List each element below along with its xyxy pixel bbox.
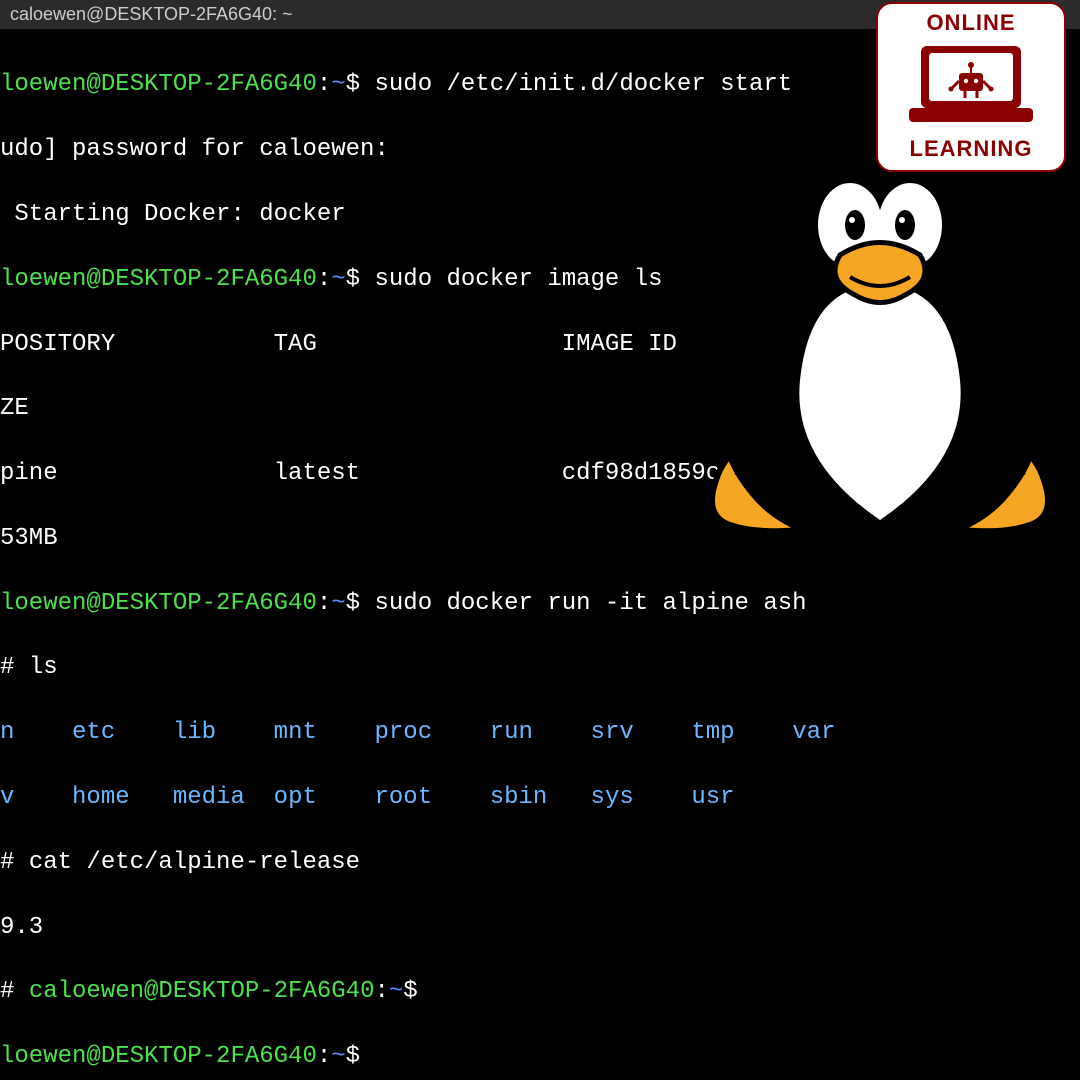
badge-bottom-label: LEARNING: [910, 136, 1033, 162]
shell-prompt: # cat /etc/alpine-release: [0, 847, 1080, 879]
shell-prompt: # caloewen@DESKTOP-2FA6G40:~$: [0, 976, 1080, 1008]
output-line: 9.3: [0, 912, 1080, 944]
prompt-path: ~: [331, 71, 345, 98]
shell-prompt-current[interactable]: loewen@DESKTOP-2FA6G40:~$: [0, 1041, 1080, 1073]
prompt-colon: :: [317, 71, 331, 98]
prompt-host: loewen@DESKTOP-2FA6G40: [0, 266, 317, 293]
tux-penguin-icon: [670, 130, 1080, 570]
shell-command-cat: cat /etc/alpine-release: [29, 849, 360, 876]
shell-command-ls: ls: [29, 654, 58, 681]
prompt-host: loewen@DESKTOP-2FA6G40: [0, 71, 317, 98]
prompt-host: loewen@DESKTOP-2FA6G40: [0, 590, 317, 617]
badge-top-label: ONLINE: [926, 10, 1015, 36]
shell-prompt: # ls: [0, 652, 1080, 684]
command-2: sudo docker image ls: [374, 266, 662, 293]
prompt-dollar: $: [346, 71, 360, 98]
ls-output-row: v home media opt root sbin sys usr: [0, 782, 1080, 814]
command-1: sudo /etc/init.d/docker start: [374, 71, 792, 98]
window-title: caloewen@DESKTOP-2FA6G40: ~: [10, 4, 293, 24]
laptop-robot-icon: [901, 41, 1041, 131]
online-learning-badge: ONLINE LEARNING: [876, 2, 1066, 172]
command-text: [360, 71, 374, 98]
ls-output-row: n etc lib mnt proc run srv tmp var: [0, 717, 1080, 749]
command-3: sudo docker run -it alpine ash: [374, 590, 806, 617]
